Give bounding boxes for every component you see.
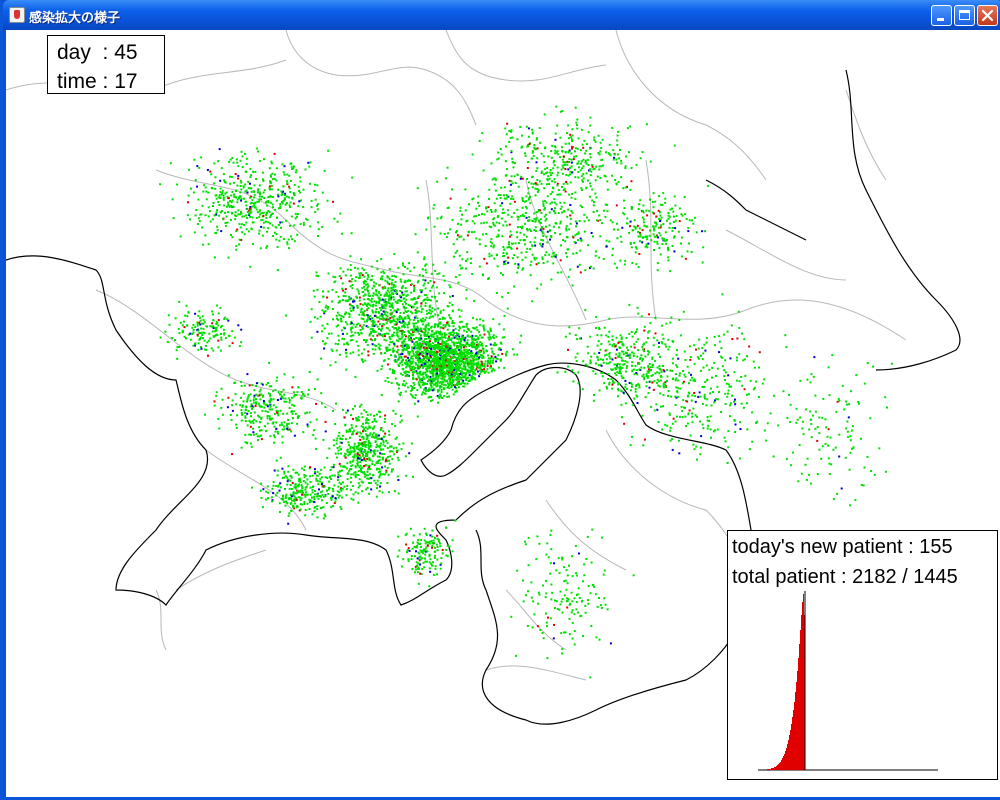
day-value: 45 — [114, 41, 138, 64]
histogram-bar — [767, 769, 768, 770]
new-patient-histogram — [758, 591, 938, 771]
histogram-bar — [772, 768, 773, 770]
histogram-bar — [794, 702, 795, 770]
java-app-icon[interactable] — [9, 7, 25, 23]
day-label: day — [57, 41, 91, 64]
histogram-bar — [781, 760, 782, 770]
time-readout: time : 17 — [57, 70, 138, 93]
histogram-bar — [776, 766, 777, 770]
histogram-bar — [773, 768, 774, 770]
close-icon — [981, 9, 994, 22]
histogram-bar — [793, 710, 794, 770]
patient-stats-panel: today's new patient : 155 total patient … — [727, 530, 998, 780]
time-label: time — [57, 70, 97, 93]
simulation-canvas: day : 45 time : 17 today's new patient :… — [6, 30, 1000, 797]
histogram-bar — [797, 671, 798, 770]
histogram-bar — [778, 764, 779, 770]
histogram-bar — [783, 756, 784, 770]
histogram-bar — [780, 762, 781, 770]
histogram-bar — [786, 748, 787, 770]
histogram-bar — [796, 682, 797, 770]
minimize-button[interactable] — [931, 5, 952, 26]
histogram-bar — [790, 730, 791, 770]
window-title: 感染拡大の様子 — [29, 11, 121, 26]
histogram-bar — [788, 740, 789, 770]
day-time-panel: day : 45 time : 17 — [47, 35, 165, 94]
day-readout: day : 45 — [57, 41, 138, 64]
application-window: 感染拡大の様子 day: 45 time: 17 today's new p… — [0, 0, 1000, 800]
histogram-bar — [784, 754, 785, 770]
histogram-bar — [770, 769, 771, 770]
histogram-bar — [792, 717, 793, 770]
histogram-bar — [782, 758, 783, 770]
histogram-bar — [791, 724, 792, 770]
histogram-bar — [769, 769, 770, 770]
histogram-bar — [795, 692, 796, 770]
histogram-bar — [768, 769, 769, 770]
histogram-bar — [800, 630, 801, 770]
histogram-bar — [777, 765, 778, 770]
histogram-bar — [789, 735, 790, 770]
time-value: 17 — [114, 70, 138, 93]
histogram-bar — [799, 644, 800, 770]
histogram-bar — [775, 767, 776, 770]
histogram-bar — [771, 768, 772, 770]
title-bar[interactable]: 感染拡大の様子 — [3, 0, 1000, 30]
histogram-bar — [801, 615, 802, 770]
histogram-bar — [785, 751, 786, 770]
histogram-bar — [802, 602, 803, 770]
maximize-icon — [959, 10, 970, 20]
histogram-bar — [803, 594, 804, 770]
histogram-bar — [787, 744, 788, 770]
close-button[interactable] — [977, 5, 998, 26]
histogram-bar — [798, 658, 799, 770]
maximize-button[interactable] — [954, 5, 975, 26]
histogram-bar — [779, 763, 780, 770]
minimize-icon — [937, 18, 944, 21]
histogram-bar — [774, 767, 775, 770]
